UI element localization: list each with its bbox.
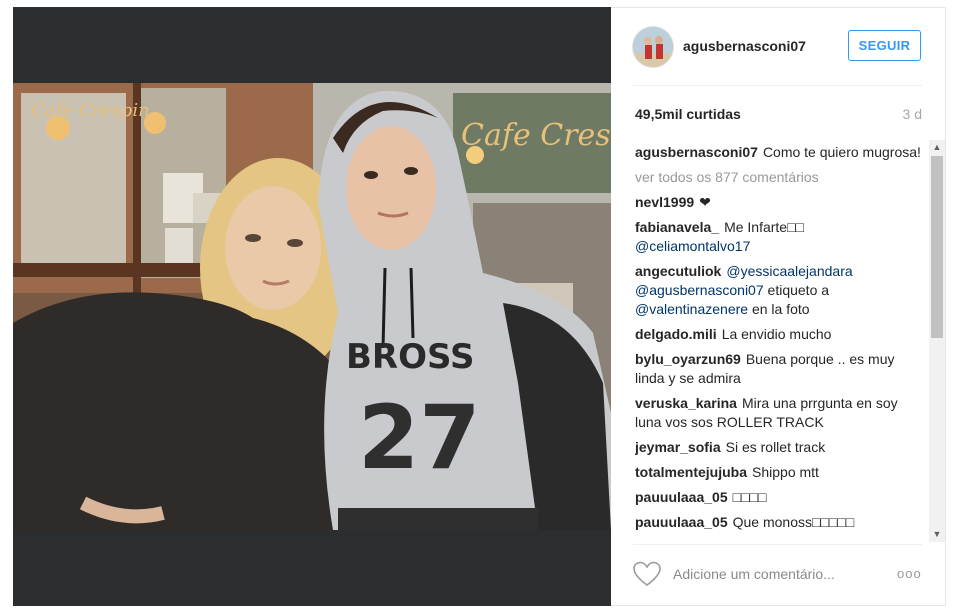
comments-scrollbar[interactable]: ▲ ▼ xyxy=(929,140,945,542)
list-item: jeymar_sofia Si es rollet track xyxy=(635,438,925,457)
post-time[interactable]: 3 d xyxy=(903,106,922,122)
caption-username[interactable]: agusbernasconi07 xyxy=(635,144,758,160)
comment-mention[interactable]: @celiamontalvo17 xyxy=(635,238,750,254)
list-item: angecutuliok @yessicaalejandara @agusbern… xyxy=(635,262,925,319)
post-header: agusbernasconi07 SEGUIR xyxy=(611,8,945,86)
comment-username[interactable]: angecutuliok xyxy=(635,263,721,279)
list-item: totalmentejujuba Shippo mtt xyxy=(635,463,925,482)
post-username[interactable]: agusbernasconi07 xyxy=(683,38,806,54)
post-photo[interactable]: Cafe Crespin Cafe Crespi BROSS 27 xyxy=(13,83,611,530)
hoodie-print-text: BROSS xyxy=(346,337,474,377)
comment-text: ❤ xyxy=(699,194,711,210)
comment-username[interactable]: fabianavela_ xyxy=(635,219,719,235)
comment-username[interactable]: jeymar_sofia xyxy=(635,439,721,455)
comment-text: Que monoss□□□□□ xyxy=(732,514,855,530)
comment-username[interactable]: pauuulaaa_05 xyxy=(635,514,728,530)
post-side-panel: agusbernasconi07 SEGUIR 49,5mil curtidas… xyxy=(611,7,946,606)
comment-username[interactable]: nevl1999 xyxy=(635,194,694,210)
comment-mention[interactable]: @agusbernasconi07 xyxy=(635,282,764,298)
media-viewer: Cafe Crespin Cafe Crespi BROSS 27 xyxy=(13,7,611,606)
comment-text: □□□□ xyxy=(732,489,767,505)
scroll-down-icon[interactable]: ▼ xyxy=(929,527,945,542)
list-item: pauuulaaa_05 Que monoss□□□□□ xyxy=(635,513,925,532)
list-item: bylu_oyarzun69 Buena porque .. es muy lin… xyxy=(635,350,925,388)
comment-text: La envidio mucho xyxy=(721,326,832,342)
cafe-sign-left: Cafe Crespin xyxy=(31,100,150,121)
comment-input[interactable] xyxy=(673,563,873,585)
comment-username[interactable]: totalmentejujuba xyxy=(635,464,747,480)
follow-button[interactable]: SEGUIR xyxy=(848,30,921,61)
scrollbar-thumb[interactable] xyxy=(931,156,943,338)
comment-mention[interactable]: @valentinazenere xyxy=(635,301,748,317)
cafe-sign-right: Cafe Crespi xyxy=(461,118,611,153)
avatar[interactable] xyxy=(633,27,673,67)
comments-list[interactable]: agusbernasconi07 Como te quiero mugrosa! … xyxy=(635,143,925,541)
comment-text: Me Infarte□□ xyxy=(724,219,805,235)
comment-text: Shippo mtt xyxy=(752,464,819,480)
comment-username[interactable]: delgado.mili xyxy=(635,326,717,342)
view-all-comments-link[interactable]: ver todos os 877 comentários xyxy=(635,168,925,187)
caption: agusbernasconi07 Como te quiero mugrosa! xyxy=(635,143,925,162)
comment-text: en la foto xyxy=(751,301,810,317)
comment-username[interactable]: bylu_oyarzun69 xyxy=(635,351,741,367)
scroll-up-icon[interactable]: ▲ xyxy=(929,140,945,155)
list-item: fabianavela_ Me Infarte□□ @celiamontalvo1… xyxy=(635,218,925,256)
comment-username[interactable]: pauuulaaa_05 xyxy=(635,489,728,505)
list-item: veruska_karina Mira una prrgunta en soy l… xyxy=(635,394,925,432)
header-divider xyxy=(633,85,922,86)
list-item: pauuulaaa_05 □□□□ xyxy=(635,488,925,507)
more-options-icon[interactable]: ooo xyxy=(897,566,922,581)
comment-text: etiqueto a xyxy=(767,282,830,298)
likes-count[interactable]: 49,5mil curtidas xyxy=(635,106,741,122)
comment-footer: ooo xyxy=(611,545,945,605)
hoodie-print-number: 27 xyxy=(358,386,480,489)
comment-text: Si es rollet track xyxy=(725,439,826,455)
list-item: nevl1999 ❤ xyxy=(635,193,925,212)
list-item: delgado.mili La envidio mucho xyxy=(635,325,925,344)
caption-text: Como te quiero mugrosa! xyxy=(762,144,921,160)
comment-username[interactable]: veruska_karina xyxy=(635,395,737,411)
heart-icon[interactable] xyxy=(633,561,661,587)
comment-mention[interactable]: @yessicaalejandara xyxy=(726,263,852,279)
